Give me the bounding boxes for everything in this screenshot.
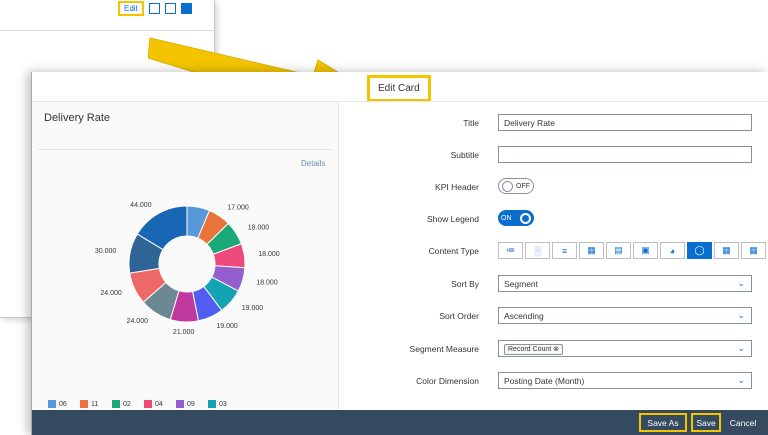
color-dimension-row: Color Dimension Posting Date (Month) ⌄ (339, 372, 768, 392)
column-chart-icon[interactable]: ░ (525, 242, 550, 259)
segment-measure-label: Segment Measure (409, 344, 479, 354)
data-label-12: 19.000 (216, 323, 238, 330)
content-type-label: Content Type (428, 246, 479, 256)
legend-label: 04 (155, 400, 163, 408)
dialog-title: Edit Card (367, 75, 431, 102)
legend-swatch (144, 400, 152, 408)
donut-chart: 17.00017.00018.00018.00018.00019.00019.0… (95, 202, 280, 336)
legend-label: 03 (219, 400, 227, 408)
chevron-down-icon: ⌄ (737, 310, 745, 320)
legend-item-09[interactable]: 09 (176, 400, 202, 408)
save-as-button[interactable]: Save As (639, 413, 687, 432)
legend-item-02[interactable]: 02 (112, 400, 138, 408)
line-chart-icon[interactable]: ≔ (498, 242, 523, 259)
background-edit-button[interactable]: Edit (118, 1, 144, 16)
legend-swatch (112, 400, 120, 408)
background-toolbar: Edit (118, 1, 192, 16)
segment-measure-select[interactable]: Record Count ⊗ ⌄ (498, 340, 752, 357)
kpi-header-row: KPI Header OFF (339, 178, 768, 198)
legend-swatch (176, 400, 184, 408)
donut-chart-icon[interactable]: ◯ (687, 242, 712, 259)
kpi-toggle-state: OFF (516, 182, 530, 190)
legend-label: 11 (91, 400, 99, 408)
subtitle-label: Subtitle (450, 150, 479, 160)
subtitle-input[interactable] (498, 146, 752, 163)
legend-item-03[interactable]: 03 (208, 400, 234, 408)
data-label-07: 30.000 (95, 248, 117, 255)
data-label-05: 21.000 (173, 329, 195, 336)
legend-item-04[interactable]: 04 (144, 400, 170, 408)
color-dimension-value: Posting Date (Month) (504, 376, 585, 386)
data-label-01: 24.000 (100, 290, 122, 297)
dialog-footer: Save As Save Cancel (32, 410, 768, 435)
title-label: Title (463, 118, 479, 128)
legend-swatch (80, 400, 88, 408)
show-legend-label: Show Legend (427, 214, 479, 224)
data-label-04: 18.000 (258, 251, 280, 258)
segment-measure-row: Segment Measure Record Count ⊗ ⌄ (339, 340, 768, 360)
card-header-divider (38, 149, 332, 150)
legend-item-06[interactable]: 06 (48, 400, 74, 408)
sort-by-select[interactable]: Segment ⌄ (498, 275, 752, 292)
segment-measure-token[interactable]: Record Count ⊗ (504, 344, 564, 355)
chevron-down-icon: ⌄ (737, 278, 745, 288)
color-dimension-select[interactable]: Posting Date (Month) ⌄ (498, 372, 752, 389)
legend-swatch (208, 400, 216, 408)
legend-toggle-state: ON (501, 214, 512, 222)
data-label-03: 19.000 (242, 305, 264, 312)
sort-order-label: Sort Order (439, 311, 479, 321)
cancel-button[interactable]: Cancel (726, 413, 760, 432)
sort-by-row: Sort By Segment ⌄ (339, 275, 768, 295)
legend-item-11[interactable]: 11 (80, 400, 106, 408)
chevron-down-icon: ⌄ (737, 343, 745, 353)
sort-by-label: Sort By (451, 279, 479, 289)
card-title: Delivery Rate (44, 112, 111, 124)
sort-order-row: Sort Order Ascending ⌄ (339, 307, 768, 327)
data-label-02: 18.000 (248, 225, 270, 232)
data-label-10: 24.000 (127, 318, 149, 325)
kpi-header-label: KPI Header (435, 182, 479, 192)
table-icon[interactable] (148, 3, 160, 14)
chart-card-icon[interactable] (180, 3, 192, 14)
data-label-08: 44.000 (130, 202, 152, 209)
data-label-09: 18.000 (256, 279, 278, 286)
legend-label: 06 (59, 400, 67, 408)
sort-by-value: Segment (504, 279, 539, 289)
save-button[interactable]: Save (691, 413, 721, 432)
legend-label: 02 (123, 400, 131, 408)
table-icon[interactable]: ▤ (606, 242, 631, 259)
show-legend-toggle[interactable]: ON (498, 210, 534, 226)
legend-swatch (48, 400, 56, 408)
grid-icon[interactable]: ▦ (714, 242, 739, 259)
token-remove-icon[interactable]: ⊗ (553, 346, 559, 353)
chevron-down-icon: ⌄ (737, 375, 745, 385)
toggle-knob (502, 180, 513, 192)
sort-order-value: Ascending (504, 311, 544, 321)
data-label-11: 17.000 (227, 205, 249, 212)
bar-chart-icon[interactable] (164, 3, 176, 14)
edit-card-dialog: Edit Card Delivery Rate Details 17.00017… (31, 72, 768, 435)
content-type-row: Content Type ≔ ░ ≡ ▦ ▤ ▣ ◕ ◯ ▦ ▦ (339, 242, 768, 262)
title-input[interactable] (498, 114, 752, 131)
title-row: Title (339, 114, 768, 134)
pie-chart-icon[interactable]: ◕ (660, 242, 685, 259)
content-type-selector: ≔ ░ ≡ ▦ ▤ ▣ ◕ ◯ ▦ ▦ (498, 242, 766, 259)
card-icon[interactable]: ▣ (633, 242, 658, 259)
sort-order-select[interactable]: Ascending ⌄ (498, 307, 752, 324)
card-settings-form: Title Subtitle KPI Header OFF Show Legen… (339, 102, 768, 410)
kpi-header-toggle[interactable]: OFF (498, 178, 534, 194)
details-link[interactable]: Details (301, 159, 325, 168)
bar-chart-icon[interactable]: ≡ (552, 242, 577, 259)
stacked-column-icon[interactable]: ▦ (579, 242, 604, 259)
subtitle-row: Subtitle (339, 146, 768, 166)
table-alt-icon[interactable]: ▦ (741, 242, 766, 259)
card-preview: Delivery Rate Details 17.00017.00018.000… (32, 102, 339, 419)
token-text: Record Count (508, 346, 552, 353)
toggle-knob (520, 212, 531, 224)
show-legend-row: Show Legend ON (339, 210, 768, 230)
legend-label: 09 (187, 400, 195, 408)
color-dimension-label: Color Dimension (416, 376, 479, 386)
